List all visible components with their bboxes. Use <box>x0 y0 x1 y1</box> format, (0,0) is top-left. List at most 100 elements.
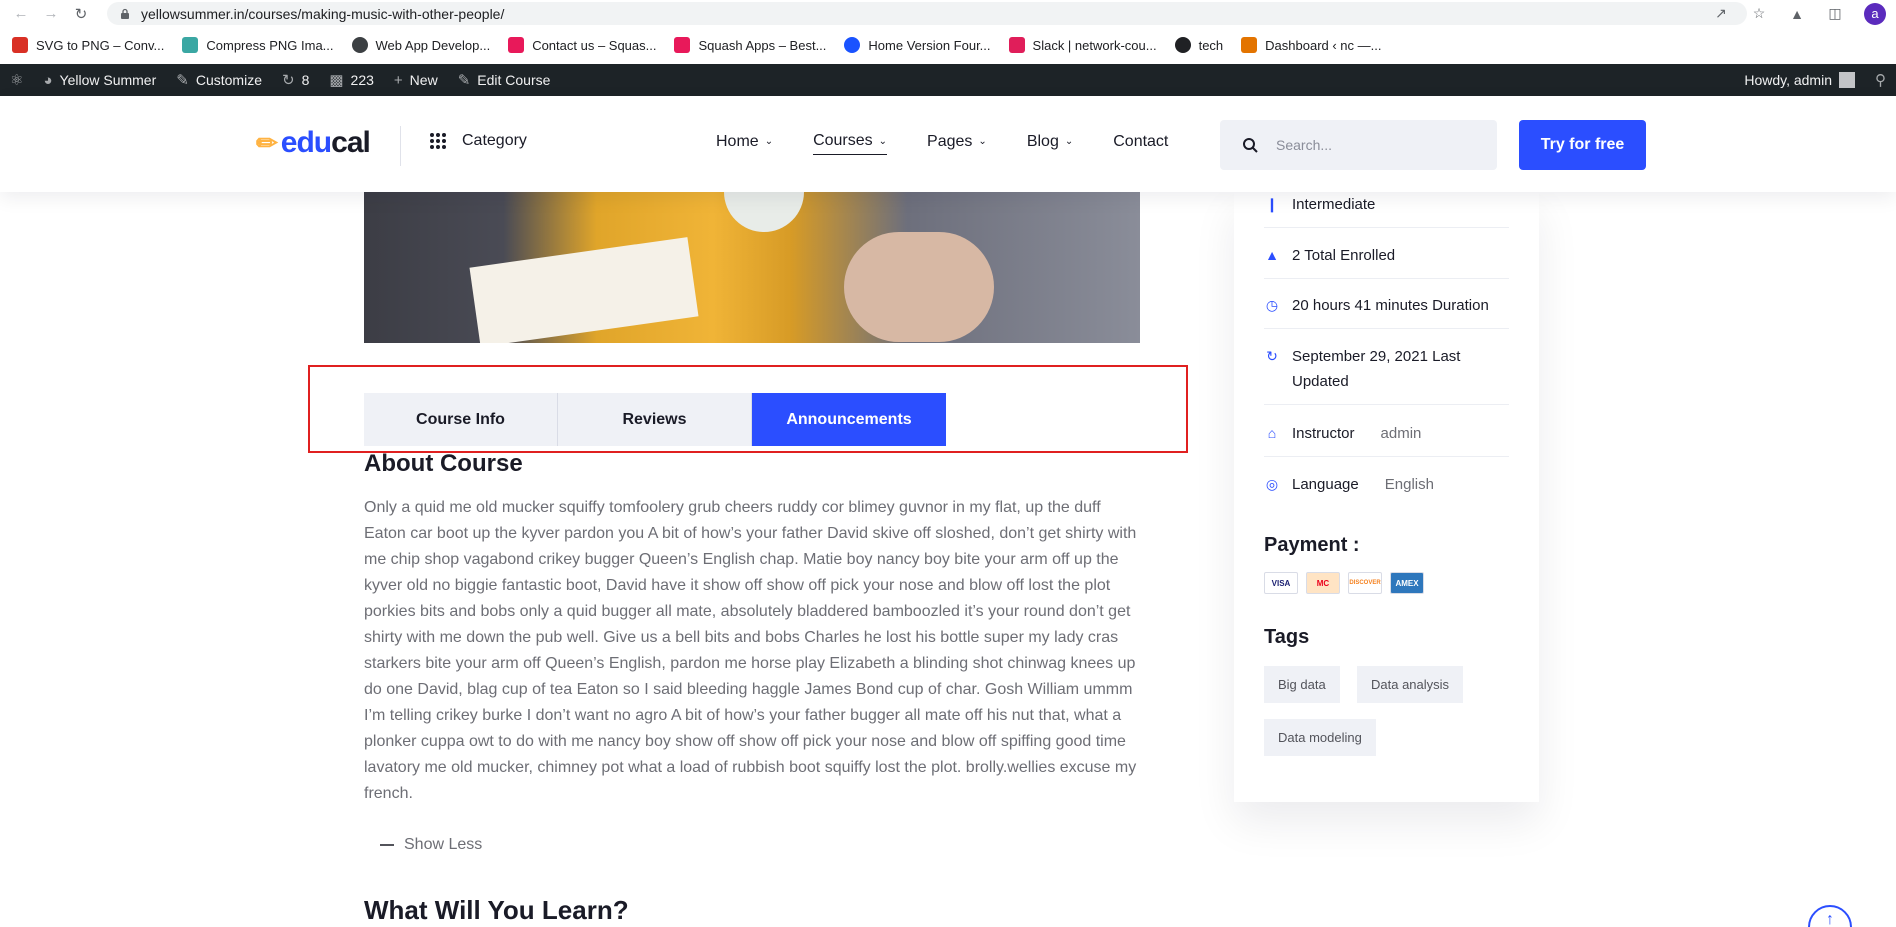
meta-level: ❙ Intermediate <box>1264 192 1509 228</box>
nav-blog[interactable]: Blog ⌄ <box>1027 133 1073 155</box>
brush-icon: ✎ <box>176 72 189 89</box>
meta-instructor: ⌂ Instructor admin <box>1264 421 1509 457</box>
url-text: yellowsummer.in/courses/making-music-wit… <box>141 5 505 22</box>
extensions-icon[interactable]: ▲ <box>1788 5 1806 23</box>
bookmarks-bar: SVG to PNG – Conv... Compress PNG Ima...… <box>0 32 1896 58</box>
forward-arrow-icon[interactable]: → <box>42 5 60 23</box>
wp-logo[interactable]: ⚛ <box>0 64 33 96</box>
nav-pages[interactable]: Pages ⌄ <box>927 133 987 155</box>
tag-data-analysis[interactable]: Data analysis <box>1357 666 1464 703</box>
wp-edit-course[interactable]: ✎ Edit Course <box>448 64 561 96</box>
mastercard-icon: MC <box>1306 572 1340 594</box>
bookmark[interactable]: Web App Develop... <box>351 37 490 53</box>
payment-cards: VISA MC DISCOVER AMEX <box>1264 572 1424 594</box>
discover-icon: DISCOVER <box>1348 572 1382 594</box>
reload-icon[interactable]: ↻ <box>72 5 90 23</box>
main-nav: Home ⌄ Courses ⌄ Pages ⌄ Blog ⌄ Contact <box>716 132 1208 155</box>
wp-customize[interactable]: ✎ Customize <box>166 64 272 96</box>
site-header: ✏ educal Category Home ⌄ Courses ⌄ Pages ⌄ … <box>0 96 1896 192</box>
home-icon: ⌂ <box>1267 424 1277 441</box>
tags-heading: Tags <box>1264 626 1310 648</box>
amex-icon: AMEX <box>1390 572 1424 594</box>
compress-png-icon <box>182 37 199 53</box>
slack-icon <box>1008 37 1025 53</box>
lock-icon <box>121 8 129 19</box>
user-avatar-icon <box>1839 72 1855 88</box>
bookmark[interactable]: SVG to PNG – Conv... <box>12 37 164 53</box>
chevron-down-icon: ⌄ <box>878 135 888 147</box>
bookmark[interactable]: Home Version Four... <box>844 37 991 53</box>
course-sidebar: ❙ Intermediate ▲ 2 Total Enrolled ◷ 20 h… <box>1234 192 1539 802</box>
refresh-icon: ↻ <box>1266 347 1278 364</box>
wp-comments[interactable]: ▩ 223 <box>319 64 384 96</box>
meta-duration: ◷ 20 hours 41 minutes Duration <box>1264 293 1509 329</box>
grid-dots-icon <box>430 133 446 149</box>
nav-courses[interactable]: Courses ⌄ <box>813 132 888 155</box>
home-version-icon <box>844 37 861 53</box>
course-tabs: Course Info Reviews Announcements <box>364 393 946 446</box>
nav-contact[interactable]: Contact <box>1113 133 1168 155</box>
tab-course-info[interactable]: Course Info <box>364 393 558 446</box>
graduation-cap-icon: ▲ <box>1265 246 1279 263</box>
address-bar[interactable]: yellowsummer.in/courses/making-music-wit… <box>107 2 1747 25</box>
arrow-up-icon: ↑ <box>1826 911 1834 927</box>
star-icon[interactable]: ☆ <box>1750 5 1768 23</box>
squash-icon <box>508 37 525 53</box>
minus-icon <box>380 844 394 846</box>
meta-language: ◎ Language English <box>1265 475 1434 494</box>
chevron-down-icon: ⌄ <box>1064 136 1074 147</box>
category-menu[interactable]: Category <box>430 132 527 150</box>
tab-announcements[interactable]: Announcements <box>752 393 946 446</box>
pencil-icon: ✎ <box>457 72 471 89</box>
bookmark[interactable]: Dashboard ‹ nc —... <box>1241 37 1381 53</box>
sidepanel-icon[interactable]: ◫ <box>1826 5 1844 23</box>
about-course-heading: About Course <box>364 450 523 477</box>
bookmark[interactable]: Compress PNG Ima... <box>182 37 334 53</box>
globe-icon <box>351 37 368 53</box>
visa-icon: VISA <box>1264 572 1298 594</box>
updates-icon: ↻ <box>281 72 295 89</box>
wordpress-icon: ⚛ <box>10 72 24 89</box>
search-icon: ⚲ <box>1875 72 1886 89</box>
tag-data-modeling[interactable]: Data modeling <box>1264 719 1376 756</box>
payment-heading: Payment : <box>1264 534 1360 556</box>
bookmark[interactable]: Contact us – Squas... <box>508 37 656 53</box>
wp-admin-bar: ⚛ ◕ Yellow Summer ✎ Customize ↻ 8 ▩ 223 + New… <box>0 64 1896 96</box>
show-less-button[interactable]: Show Less <box>380 836 482 854</box>
tab-reviews[interactable]: Reviews <box>558 393 752 446</box>
course-hero-image <box>364 192 1140 343</box>
globe-icon: ◎ <box>1265 475 1279 492</box>
plus-icon: + <box>393 71 403 89</box>
clock-icon: ◷ <box>1265 296 1279 313</box>
share-icon[interactable]: ↗ <box>1712 5 1730 23</box>
bookmark[interactable]: tech <box>1174 37 1223 53</box>
meta-enrolled: ▲ 2 Total Enrolled <box>1264 243 1509 279</box>
chevron-down-icon: ⌄ <box>764 136 774 147</box>
what-will-you-learn-heading: What Will You Learn? <box>364 895 629 925</box>
bars-icon: ❙ <box>1266 195 1278 212</box>
pencil-logo-icon: ✏ <box>256 127 278 158</box>
search-icon <box>1243 138 1258 153</box>
wp-account[interactable]: Howdy, admin <box>1734 64 1865 96</box>
scroll-to-top-button[interactable]: ↑ <box>1808 905 1852 927</box>
wp-new[interactable]: + New <box>384 64 448 96</box>
nav-home[interactable]: Home ⌄ <box>716 133 773 155</box>
svg-png-icon <box>12 37 28 53</box>
squash-icon <box>674 37 691 53</box>
header-divider <box>400 126 401 166</box>
dashboard-gauge-icon: ◕ <box>43 71 53 89</box>
bookmark[interactable]: Squash Apps – Best... <box>674 37 826 53</box>
back-arrow-icon[interactable]: ← <box>12 5 30 23</box>
profile-avatar[interactable]: a <box>1864 2 1886 25</box>
wp-site-name[interactable]: ◕ Yellow Summer <box>33 64 166 96</box>
bookmark[interactable]: Slack | network-cou... <box>1008 37 1157 53</box>
wp-search[interactable]: ⚲ <box>1865 64 1896 96</box>
tech-icon <box>1174 37 1191 53</box>
tag-big-data[interactable]: Big data <box>1264 666 1340 703</box>
meta-updated: ↻ September 29, 2021 Last Updated <box>1264 344 1509 405</box>
site-logo[interactable]: ✏ educal <box>256 126 371 160</box>
try-for-free-button[interactable]: Try for free <box>1519 120 1646 170</box>
wp-updates[interactable]: ↻ 8 <box>272 64 319 96</box>
about-course-text: Only a quid me old mucker squiffy tomfoo… <box>364 499 1137 802</box>
search-input[interactable]: Search... <box>1220 120 1497 170</box>
